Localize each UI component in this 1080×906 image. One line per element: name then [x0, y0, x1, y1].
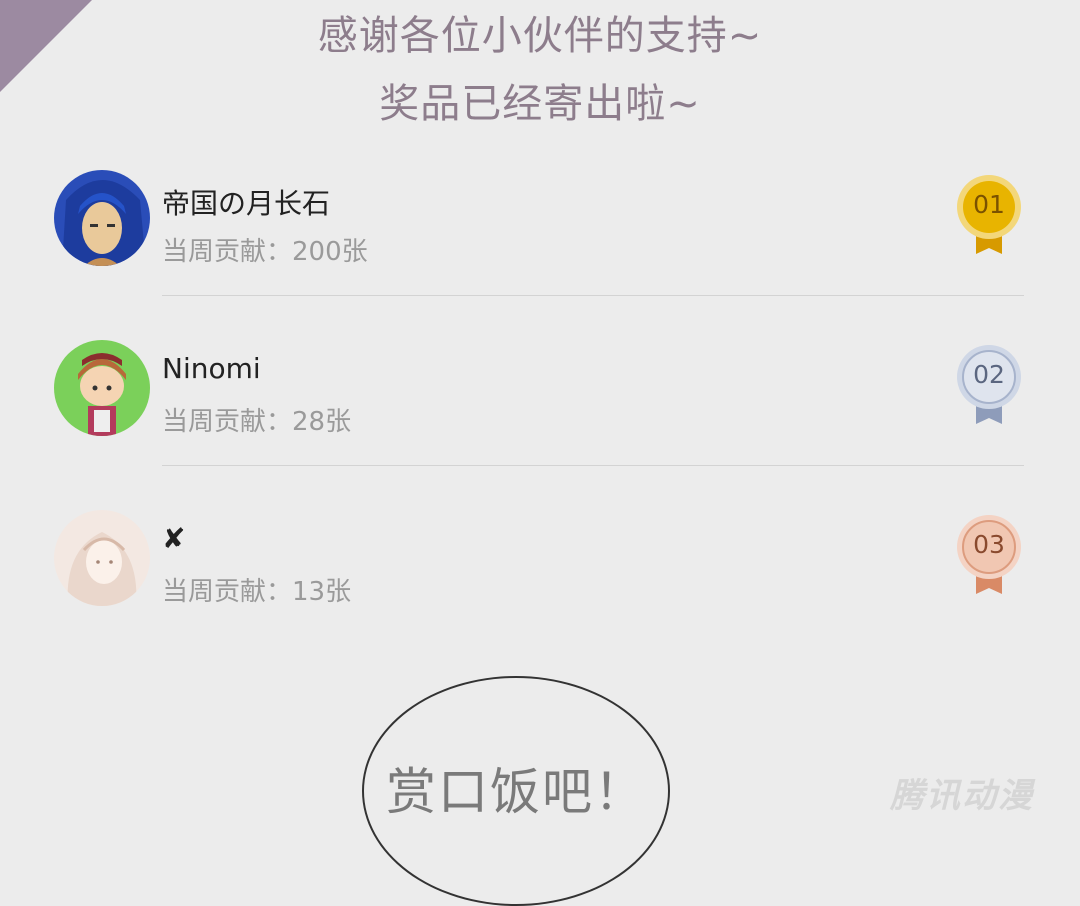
leaderboard-row[interactable]: 帝国の月长石 当周贡献：200张 01 [0, 126, 1080, 296]
avatar-blue-hair-icon [54, 170, 150, 266]
avatar[interactable] [54, 340, 150, 436]
bronze-medal-icon: 03 [956, 514, 1022, 604]
leaderboard-row[interactable]: Ninomi 当周贡献：28张 02 [0, 296, 1080, 466]
prizes-subtitle: 奖品已经寄出啦~ [379, 81, 701, 127]
avatar[interactable] [54, 170, 150, 266]
leaderboard-row[interactable]: ✘ 当周贡献：13张 03 [0, 466, 1080, 636]
silver-medal-icon: 02 [956, 344, 1022, 434]
avatar-sketch-girl-icon [54, 510, 150, 606]
contribution-count: 当周贡献：200张 [162, 237, 368, 267]
rank-number: 02 [973, 360, 1005, 389]
speech-bubble-text: 赏口饭吧！ [386, 763, 646, 821]
watermark-logo: 腾讯动漫 [890, 776, 1034, 816]
user-name: Ninomi [162, 352, 261, 385]
rank-number: 01 [973, 190, 1005, 219]
user-name: ✘ [162, 522, 186, 555]
user-name: 帝国の月长石 [162, 187, 331, 220]
contribution-count: 当周贡献：13张 [162, 577, 352, 607]
contribution-count: 当周贡献：28张 [162, 407, 352, 437]
avatar[interactable] [54, 510, 150, 606]
rank-number: 03 [973, 530, 1005, 559]
thanks-title: 感谢各位小伙伴的支持~ [317, 13, 763, 59]
avatar-chibi-boy-icon [54, 340, 150, 436]
gold-medal-icon: 01 [956, 174, 1022, 264]
